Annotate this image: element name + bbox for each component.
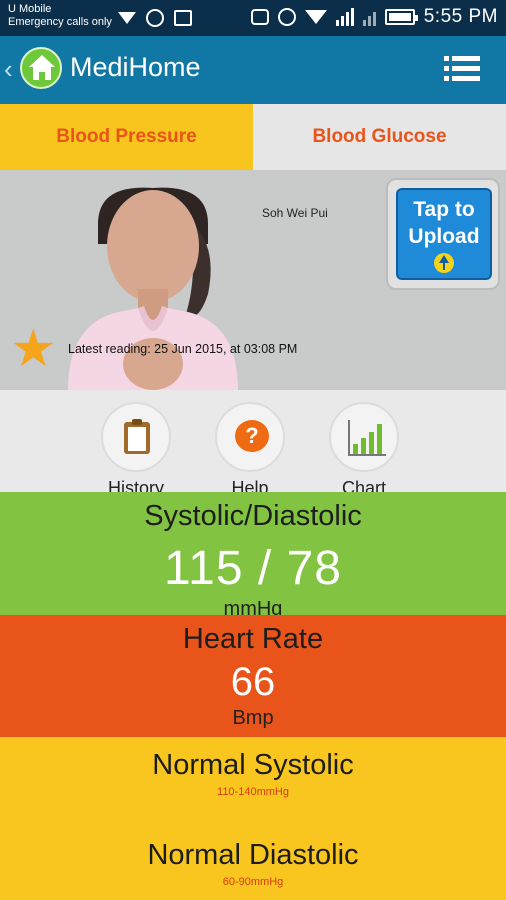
medihome-logo-icon[interactable]: [20, 47, 62, 89]
chart-circle: [329, 402, 399, 472]
user-name: Soh Wei Pui: [262, 206, 328, 220]
normal-diastolic-title: Normal Diastolic: [147, 839, 359, 871]
help-button[interactable]: ? Help: [214, 402, 286, 492]
whatsapp-icon: [146, 9, 164, 27]
heart-rate-card: Heart Rate 66 Bmp: [0, 615, 506, 737]
chart-button[interactable]: Chart: [328, 402, 400, 492]
vibrate-icon: [250, 9, 269, 25]
heart-rate-unit: Bmp: [232, 707, 274, 729]
normal-systolic-title: Normal Systolic: [152, 749, 354, 781]
clock: 5:55 PM: [423, 6, 498, 27]
alarm-icon: [277, 8, 296, 26]
help-icon: ?: [235, 420, 269, 452]
notification-icons: [118, 9, 192, 27]
latest-reading-text: Latest reading: 25 Jun 2015, at 03:08 PM: [68, 342, 298, 356]
menu-list-icon[interactable]: [444, 56, 480, 84]
status-bar: U Mobile Emergency calls only 5:55 PM: [0, 0, 506, 36]
carrier-status: Emergency calls only: [8, 16, 112, 28]
actions-row: History ? Help Chart: [0, 390, 506, 492]
help-circle: ?: [215, 402, 285, 472]
app-title: MediHome: [70, 52, 201, 82]
profile-panel: Soh Wei Pui ★ Latest reading: 25 Jun 201…: [0, 170, 506, 390]
battery-icon: [384, 9, 418, 25]
system-icons: 5:55 PM: [250, 6, 498, 28]
history-label: History: [107, 478, 164, 492]
help-label: Help: [231, 478, 269, 492]
upload-label-line1: Tap to: [413, 198, 475, 221]
back-chevron-icon[interactable]: ‹: [4, 54, 13, 85]
chart-label: Chart: [341, 478, 386, 492]
history-button[interactable]: History: [100, 402, 172, 492]
carrier-name: U Mobile: [8, 3, 52, 15]
image-icon: [174, 10, 192, 26]
user-avatar: [68, 187, 238, 390]
tab-blood-glucose[interactable]: Blood Glucose: [253, 104, 506, 170]
normal-ranges-card: Normal Systolic 110-140mmHg Normal Diast…: [0, 737, 506, 900]
star-icon: ★: [10, 320, 57, 378]
systolic-diastolic-title: Systolic/Diastolic: [144, 500, 362, 532]
systolic-diastolic-unit: mmHg: [223, 598, 283, 615]
systolic-diastolic-value: 115 / 78: [164, 542, 342, 595]
tab-blood-pressure[interactable]: Blood Pressure: [0, 104, 253, 170]
upload-label-line2: Upload: [408, 225, 480, 248]
systolic-diastolic-card: Systolic/Diastolic 115 / 78 mmHg: [0, 492, 506, 615]
normal-diastolic-block: Normal Diastolic 60-90mmHg: [0, 839, 506, 888]
cell-signal-icon: [335, 8, 354, 26]
app-bar: ‹ MediHome: [0, 36, 506, 104]
chart-icon: [348, 420, 386, 456]
carrier-info: U Mobile Emergency calls only: [8, 3, 112, 29]
history-circle: [101, 402, 171, 472]
upload-button-frame: Tap to Upload: [386, 178, 500, 290]
wifi-icon: [304, 10, 327, 24]
cell-signal-2-icon: [362, 8, 376, 26]
heart-rate-title: Heart Rate: [182, 623, 324, 655]
normal-systolic-range: 110-140mmHg: [217, 786, 289, 798]
upload-arrow-icon: [434, 253, 454, 273]
normal-diastolic-range: 60-90mmHg: [222, 876, 284, 888]
tab-bar: Blood Pressure Blood Glucose: [0, 104, 506, 170]
normal-systolic-block: Normal Systolic 110-140mmHg: [0, 749, 506, 798]
heart-rate-value: 66: [230, 660, 276, 704]
wifi-signal-icon: [118, 12, 136, 24]
clipboard-icon: [124, 419, 150, 454]
tap-to-upload-button[interactable]: Tap to Upload: [396, 188, 492, 280]
